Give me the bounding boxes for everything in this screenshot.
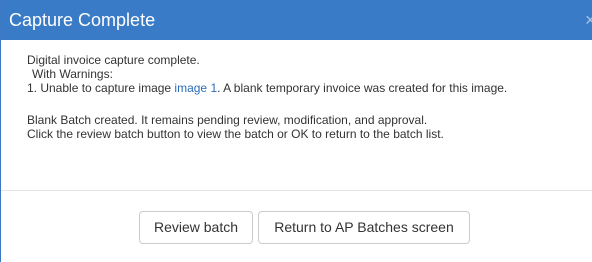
warnings-heading: With Warnings: bbox=[32, 67, 113, 81]
batch-created-text: Blank Batch created. It remains pending … bbox=[27, 113, 428, 127]
dialog-footer: Review batch Return to AP Batches screen bbox=[1, 191, 592, 262]
dialog-title: Capture Complete bbox=[9, 10, 156, 30]
warning-prefix: 1. Unable to capture image bbox=[27, 81, 175, 95]
image-1-link[interactable]: image 1 bbox=[174, 81, 217, 95]
review-batch-button[interactable]: Review batch bbox=[139, 211, 253, 244]
close-icon[interactable]: × bbox=[585, 10, 592, 30]
warning-suffix: . A blank temporary invoice was created … bbox=[217, 81, 508, 95]
dialog-titlebar: Capture Complete × bbox=[1, 0, 592, 40]
return-to-ap-batches-button[interactable]: Return to AP Batches screen bbox=[258, 211, 470, 244]
capture-status-text: Digital invoice capture complete. bbox=[27, 53, 200, 67]
warning-item: 1. Unable to capture image image 1. A bl… bbox=[27, 81, 507, 95]
capture-complete-dialog: Capture Complete × Digital invoice captu… bbox=[0, 0, 592, 262]
instruction-text: Click the review batch button to view th… bbox=[27, 127, 444, 141]
dialog-body: Digital invoice capture complete. With W… bbox=[1, 40, 592, 191]
